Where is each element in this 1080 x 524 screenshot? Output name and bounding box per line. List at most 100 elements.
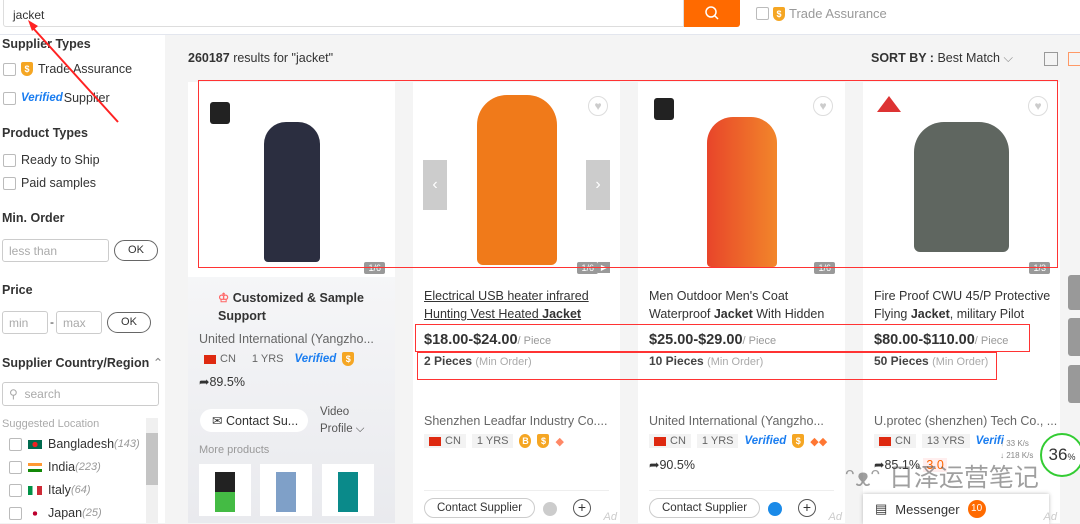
location-japan[interactable]: Japan (25)	[9, 506, 102, 520]
crown-icon: ♔	[218, 291, 230, 305]
more-product-thumb[interactable]	[322, 464, 374, 516]
trade-assurance-icon: $	[792, 434, 805, 448]
value: 89.5%	[209, 375, 245, 389]
product-card[interactable]: ‹ › 1/6 ▶ ♥ Electrical USB heater infrar…	[413, 82, 620, 523]
more-product-thumb[interactable]	[260, 464, 312, 516]
price-min-input[interactable]: min	[2, 311, 48, 334]
supplier-badges: CN 1 YRS B $ ◆	[424, 434, 564, 448]
value: $25.00-$29.00	[649, 332, 743, 348]
product-title[interactable]: Men Outdoor Men's Coat Waterproof Jacket…	[649, 287, 834, 323]
supplier-name[interactable]: United International (Yangzho...	[649, 414, 824, 428]
checkbox[interactable]	[9, 483, 22, 497]
image-counter: 1/6	[364, 262, 385, 274]
country: CN	[220, 353, 236, 365]
location-bangladesh[interactable]: Bangladesh (143)	[9, 437, 140, 451]
product-card[interactable]: 1/6 ♥ Men Outdoor Men's Coat Waterproof …	[638, 82, 845, 523]
supplier-name[interactable]: United International (Yangzho...	[199, 332, 374, 346]
uprotec-logo	[877, 96, 901, 112]
upload-speed: ↑ 33 K/s	[1000, 439, 1029, 448]
next-image-arrow[interactable]: ›	[586, 160, 610, 210]
favorite-heart-icon[interactable]: ♥	[1028, 96, 1048, 116]
contact-supplier-button[interactable]: ✉ Contact Su...	[200, 409, 308, 432]
messenger-widget[interactable]: ▤ Messenger 10	[863, 494, 1049, 524]
years: 1 YRS	[251, 353, 284, 365]
chat-icon[interactable]	[768, 502, 782, 516]
ad-label: Ad	[1043, 511, 1057, 523]
trade-assurance-filter-top[interactable]: $ Trade Assurance	[756, 6, 887, 21]
checkbox[interactable]	[756, 7, 769, 20]
add-compare-icon[interactable]: +	[573, 499, 591, 517]
bangladesh-flag-icon	[28, 439, 42, 449]
sort-dropdown[interactable]: SORT BY : Best Match ⌵	[871, 51, 1013, 66]
side-tool-button[interactable]	[1068, 365, 1080, 403]
count: (223)	[75, 461, 101, 473]
chat-icon[interactable]	[543, 502, 557, 516]
sort-value: Best Match	[937, 51, 1000, 65]
search-button[interactable]	[684, 0, 740, 27]
supplier-name[interactable]: U.protec (shenzhen) Tech Co., ...	[874, 414, 1057, 428]
product-title[interactable]: Electrical USB heater infrared Hunting V…	[424, 287, 609, 323]
checkbox[interactable]	[9, 506, 22, 520]
video-play-icon[interactable]: ▶	[597, 262, 610, 273]
grid-view-icon[interactable]	[1068, 52, 1080, 66]
contact-supplier-button[interactable]: Contact Supplier	[424, 498, 536, 518]
contact-supplier-button[interactable]: Contact Supplier	[649, 498, 761, 518]
checkbox[interactable]	[3, 176, 16, 190]
more-product-thumb[interactable]	[199, 464, 251, 516]
min-order-heading: Min. Order	[2, 211, 65, 225]
placeholder: search	[24, 387, 61, 401]
trade-assurance-icon: $	[342, 352, 355, 366]
product-title[interactable]: Fire Proof CWU 45/P Protective Flying Ja…	[874, 287, 1059, 323]
min-order-ok-button[interactable]: OK	[114, 240, 158, 261]
japan-flag-icon	[28, 508, 42, 518]
min-order-input[interactable]: less than	[2, 239, 109, 262]
country-search-input[interactable]: ⚲ search	[2, 382, 159, 406]
unit: / Piece	[517, 335, 552, 347]
country-heading[interactable]: Supplier Country/Region ⌃	[2, 355, 163, 370]
scrollbar[interactable]	[146, 418, 158, 523]
keyword: Jacket	[910, 307, 950, 321]
percent-gauge: 36%	[1040, 433, 1080, 477]
china-flag-icon	[879, 436, 891, 446]
india-flag-icon	[28, 462, 42, 472]
keyword: Jacket	[542, 307, 582, 321]
label: Supplier Country/Region	[2, 356, 150, 370]
search-icon: ⚲	[9, 387, 18, 401]
chevron-down-icon: ⌵	[1003, 51, 1013, 65]
location-india[interactable]: India (223)	[9, 460, 101, 474]
count: (143)	[114, 438, 140, 450]
value: 36	[1048, 445, 1068, 464]
add-compare-icon[interactable]: +	[798, 499, 816, 517]
unit: %	[1067, 452, 1076, 462]
years: 1 YRS	[696, 434, 739, 448]
price-max-input[interactable]: max	[56, 311, 102, 334]
checkbox[interactable]	[3, 153, 16, 167]
product-card-supplier[interactable]: 1/6 ♔ Customized & Sample Support United…	[188, 82, 395, 523]
value: $18.00-$24.00	[424, 332, 518, 348]
location-italy[interactable]: Italy (64)	[9, 483, 91, 497]
checkbox[interactable]	[9, 437, 22, 451]
filter-ready-to-ship[interactable]: Ready to Ship	[3, 153, 100, 167]
price: $25.00-$29.00/ Piece	[649, 332, 776, 348]
unit: / Piece	[974, 335, 1009, 347]
checkbox[interactable]	[9, 460, 22, 474]
italy-flag-icon	[28, 485, 42, 495]
supplier-name[interactable]: Shenzhen Leadfar Industry Co....	[424, 414, 607, 428]
min-order: 10 Pieces (Min Order)	[649, 354, 763, 368]
prev-image-arrow[interactable]: ‹	[423, 160, 447, 210]
side-tool-button[interactable]	[1068, 318, 1080, 356]
divider	[649, 490, 834, 491]
value: 50 Pieces	[874, 354, 929, 368]
list-view-icon[interactable]	[1044, 52, 1058, 66]
more-products-label: More products	[199, 444, 270, 456]
label: Profile	[320, 423, 353, 435]
favorite-heart-icon[interactable]: ♥	[588, 96, 608, 116]
video-profile-link[interactable]: Video Profile ⌵	[320, 404, 365, 438]
price-ok-button[interactable]: OK	[107, 312, 151, 333]
count: (64)	[70, 484, 91, 496]
favorite-heart-icon[interactable]: ♥	[813, 96, 833, 116]
label: Ready to Ship	[21, 153, 100, 167]
label: Messenger	[895, 501, 960, 517]
filter-paid-samples[interactable]: Paid samples	[3, 176, 96, 190]
side-tool-button[interactable]	[1068, 275, 1080, 310]
